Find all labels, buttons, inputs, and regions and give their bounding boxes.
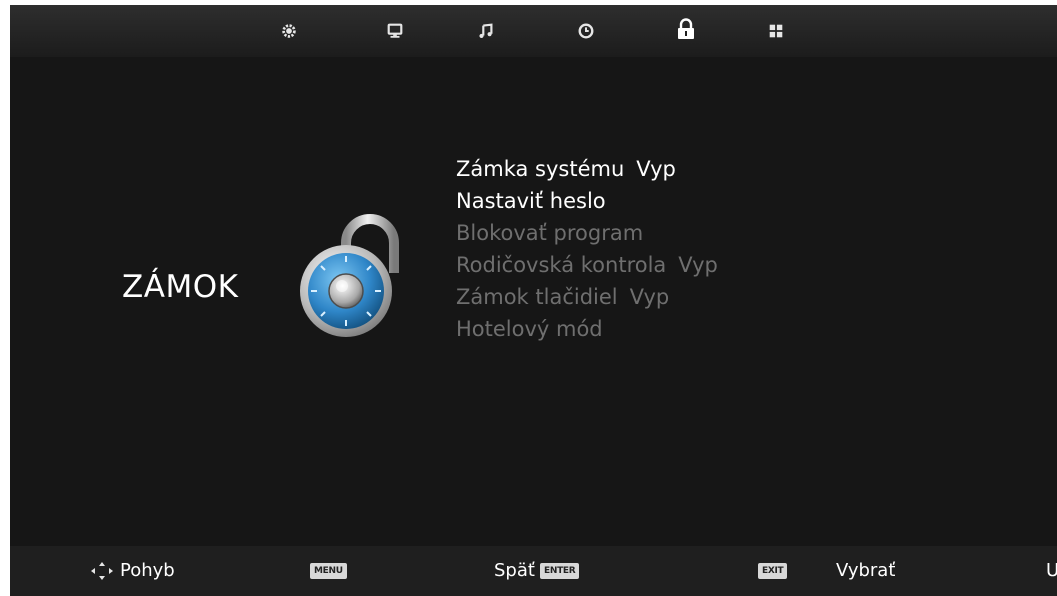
screen-icon xyxy=(387,23,403,38)
menu-item-label: Rodičovská kontrola xyxy=(456,253,667,277)
menu-item-label: Zámok tlačidiel xyxy=(456,285,618,309)
menu-item-label: Zámka systému xyxy=(456,157,625,181)
menu-item-value: Vyp xyxy=(629,285,670,309)
navigation-arrows-icon xyxy=(91,562,113,580)
section-title: ZÁMOK xyxy=(122,269,239,305)
back-hint: Späť xyxy=(494,560,535,581)
tab-sound[interactable] xyxy=(474,19,498,43)
select-hint: Vybrať xyxy=(836,560,896,581)
tab-screen[interactable] xyxy=(383,19,407,43)
clock-icon xyxy=(578,23,594,39)
menu-item-block-program[interactable]: Blokovať program xyxy=(456,217,718,249)
menu-item-system-lock[interactable]: Zámka systému Vyp xyxy=(456,153,718,185)
menu-item-parental-control[interactable]: Rodičovská kontrola Vyp xyxy=(456,249,718,281)
tab-apps[interactable] xyxy=(764,19,788,43)
picture-settings-icon xyxy=(282,24,296,38)
menu-key-badge: MENU xyxy=(310,563,347,579)
tv-screen: ZÁMOK Zámka systému Vyp Nastaviť heslo B… xyxy=(10,5,1057,596)
menu-item-label: Nastaviť heslo xyxy=(456,189,606,213)
tab-lock[interactable] xyxy=(674,17,698,41)
bottom-hint-bar: Pohyb MENU Späť ENTER EXIT Vybrať U xyxy=(10,546,1057,596)
menu-item-value: Vyp xyxy=(636,157,676,181)
enter-key-badge: ENTER xyxy=(540,563,580,579)
menu-item-value: Vyp xyxy=(678,253,718,277)
padlock-icon xyxy=(678,18,694,39)
lock-menu: Zámka systému Vyp Nastaviť heslo Blokovať… xyxy=(456,153,718,345)
combination-lock-icon xyxy=(300,214,399,337)
menu-item-label: Hotelový mód xyxy=(456,317,603,341)
music-note-icon xyxy=(479,23,493,39)
tab-picture[interactable] xyxy=(277,19,301,43)
menu-item-hotel-mode[interactable]: Hotelový mód xyxy=(456,313,718,345)
tab-time[interactable] xyxy=(574,19,598,43)
menu-item-key-lock[interactable]: Zámok tlačidiel Vyp xyxy=(456,281,718,313)
truncated-hint: U xyxy=(1046,560,1057,581)
move-hint: Pohyb xyxy=(120,560,175,581)
exit-key-badge: EXIT xyxy=(758,563,788,579)
apps-grid-icon xyxy=(769,24,783,38)
menu-item-set-password[interactable]: Nastaviť heslo xyxy=(456,185,718,217)
menu-item-label: Blokovať program xyxy=(456,221,644,245)
top-menu-bar xyxy=(10,5,1057,57)
